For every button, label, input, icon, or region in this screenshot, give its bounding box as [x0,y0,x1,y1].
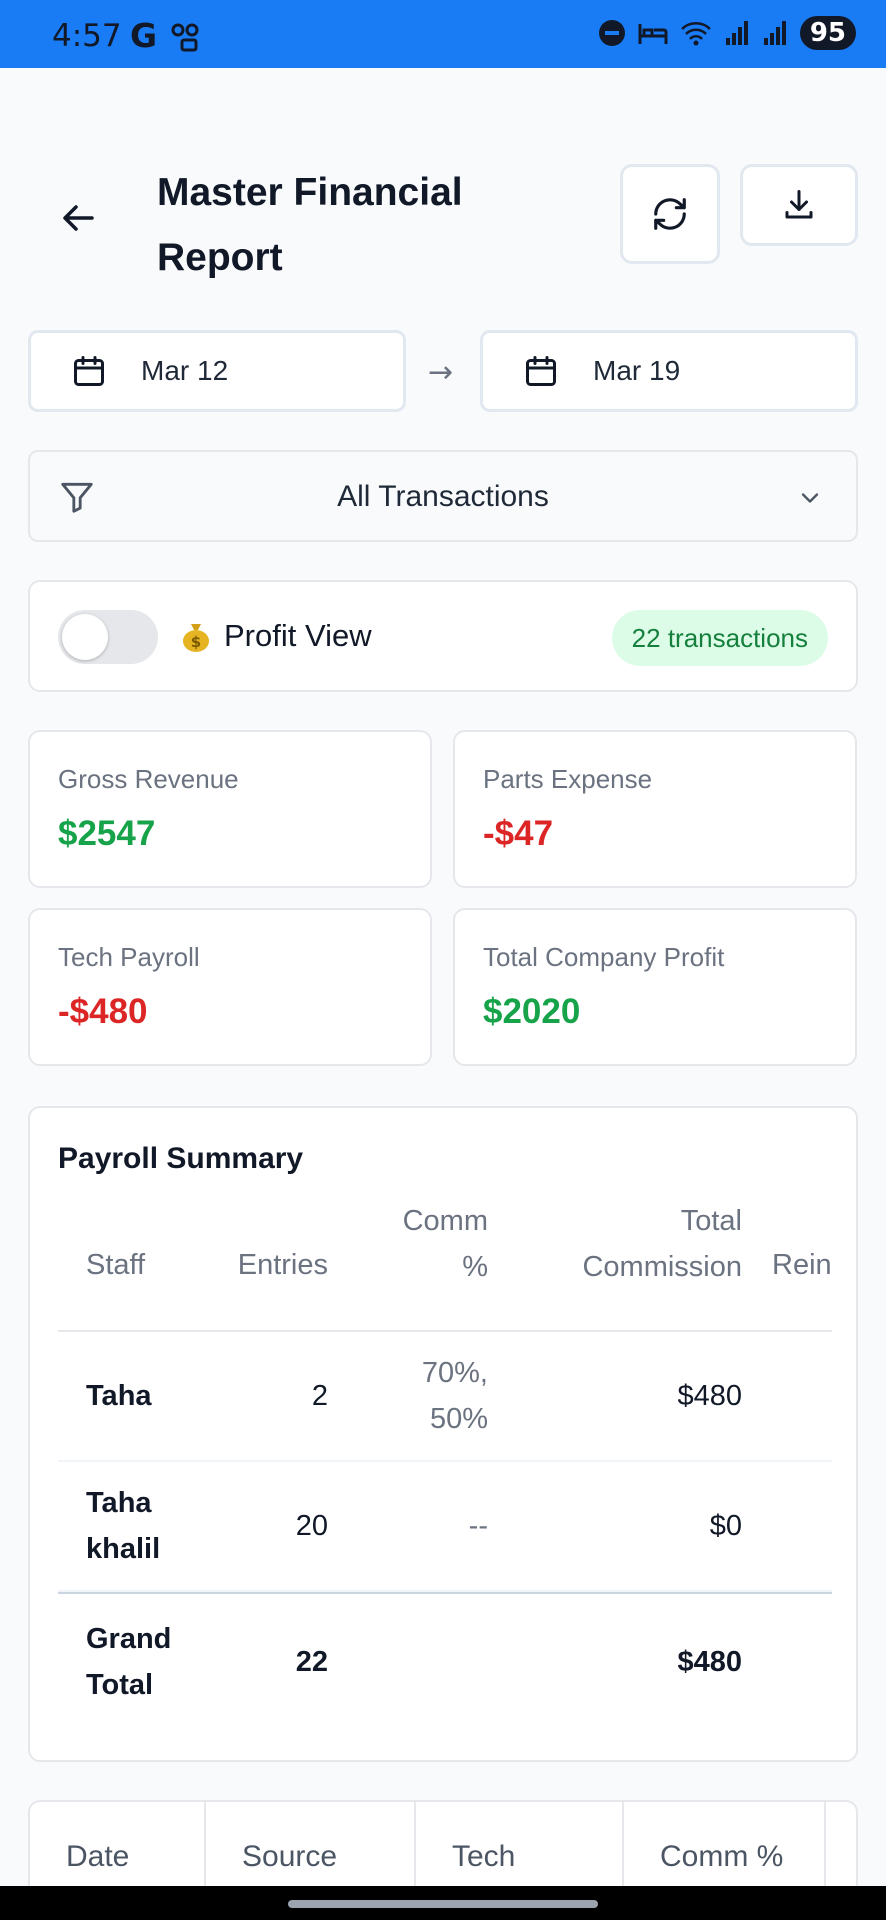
comm-value-line1: 70%, [421,1357,488,1389]
tech-payroll-label: Tech Payroll [58,942,200,972]
back-arrow-icon [63,205,94,231]
money-bag-icon: $ [183,624,209,652]
col-header-reimbursement: Rein [772,1249,832,1281]
table-row: Taha khalil 20 -- $0 [58,1462,832,1592]
filter-selected-value: All Transactions [337,480,549,513]
transaction-count-badge: 22 transactions [611,610,828,666]
total-commission-value: $0 [709,1510,742,1542]
profit-view-label: Profit View [224,618,372,653]
col-header-comm: Comm % [348,1198,488,1290]
comm-value: 70%, 50% [348,1350,488,1442]
end-date-picker[interactable]: Mar 19 [480,330,858,412]
col-header-source: Source [242,1840,338,1873]
comm-value-line2: 50% [429,1403,488,1435]
staff-name: Taha khalil [86,1480,160,1572]
grand-total-row: Grand Total 22 $480 [58,1592,832,1730]
col-header-total-line2: Commission [582,1251,742,1283]
tech-payroll-value: -$480 [58,992,148,1031]
start-date-picker[interactable]: Mar 12 [28,330,406,412]
col-header-staff: Staff [86,1249,146,1281]
download-icon [785,190,813,219]
grand-total-entries: 22 [295,1646,328,1678]
parts-expense-label: Parts Expense [483,764,653,794]
payroll-summary-title: Payroll Summary [58,1142,304,1175]
entries-value: 2 [311,1380,328,1412]
battery-indicator: 95 [799,16,856,50]
google-icon: G [130,16,158,55]
back-button[interactable] [58,198,98,238]
profit-view-card: $ Profit View 22 transactions [28,580,858,692]
toggle-knob [62,614,108,660]
total-profit-card: Total Company Profit $2020 [453,908,857,1066]
signal-icon [725,21,748,45]
profit-view-label-group: $ Profit View [178,618,372,654]
staff-name: Taha [86,1380,152,1412]
grand-total-label-line1: Grand [86,1623,172,1655]
staff-name-line1: Taha [86,1487,152,1519]
table-row: Taha 2 70%, 50% $480 [58,1332,832,1462]
col-header-total-line1: Total [680,1205,742,1237]
parts-expense-value: -$47 [483,814,554,853]
system-navigation-bar [0,1886,886,1920]
staff-name-line2: khalil [86,1533,161,1565]
col-header-tech: Tech [452,1840,516,1873]
refresh-icon [654,198,686,230]
download-button[interactable] [740,164,858,246]
status-bar: 4:57 G 95 [0,0,886,68]
total-commission-value: $480 [677,1380,742,1412]
home-gesture-handle[interactable] [288,1900,598,1908]
signal-icon-2 [763,21,786,45]
status-time: 4:57 [52,18,122,54]
total-profit-value: $2020 [483,992,581,1031]
col-header-date: Date [66,1840,130,1873]
status-icons: 95 [598,16,856,50]
grand-total-label: Grand Total [86,1616,171,1708]
grand-total-commission: $480 [677,1646,742,1678]
total-profit-label: Total Company Profit [483,942,725,972]
entries-value: 20 [295,1510,328,1542]
calendar-icon [526,356,556,386]
parts-expense-card: Parts Expense -$47 [453,730,857,888]
grand-total-label-line2: Total [86,1669,154,1701]
wifi-icon [680,22,711,46]
calendar-icon [74,356,104,386]
refresh-button[interactable] [620,164,720,264]
start-date-value: Mar 12 [141,355,229,386]
tech-payroll-card: Tech Payroll -$480 [28,908,432,1066]
gross-revenue-card: Gross Revenue $2547 [28,730,432,888]
col-header-entries: Entries [237,1249,328,1281]
svg-text:$: $ [191,633,201,651]
transaction-filter-select[interactable]: All Transactions [28,450,858,542]
table-header-row: Staff Entries Comm % Total Commission Re… [58,1198,832,1332]
page-title: Master Financial Report [157,171,463,279]
payroll-table[interactable]: Staff Entries Comm % Total Commission Re… [58,1198,832,1730]
col-header-comm-percent: Comm % [660,1840,784,1873]
gross-revenue-label: Gross Revenue [58,764,239,794]
col-header-comm-line2: % [462,1251,488,1283]
payroll-summary-card: Payroll Summary Staff Entries Comm % Tot… [28,1106,858,1762]
chevron-down-icon [801,493,819,503]
col-header-comm-line1: Comm [402,1205,488,1237]
voicemail-icon [171,23,199,52]
profit-view-toggle[interactable] [58,610,158,664]
bed-icon [638,24,668,44]
date-range-arrow: → [428,355,454,390]
comm-value: -- [468,1510,488,1542]
end-date-value: Mar 19 [593,355,681,386]
col-header-total-commission: Total Commission [498,1198,742,1290]
dnd-icon [598,20,625,46]
gross-revenue-value: $2547 [58,814,156,853]
